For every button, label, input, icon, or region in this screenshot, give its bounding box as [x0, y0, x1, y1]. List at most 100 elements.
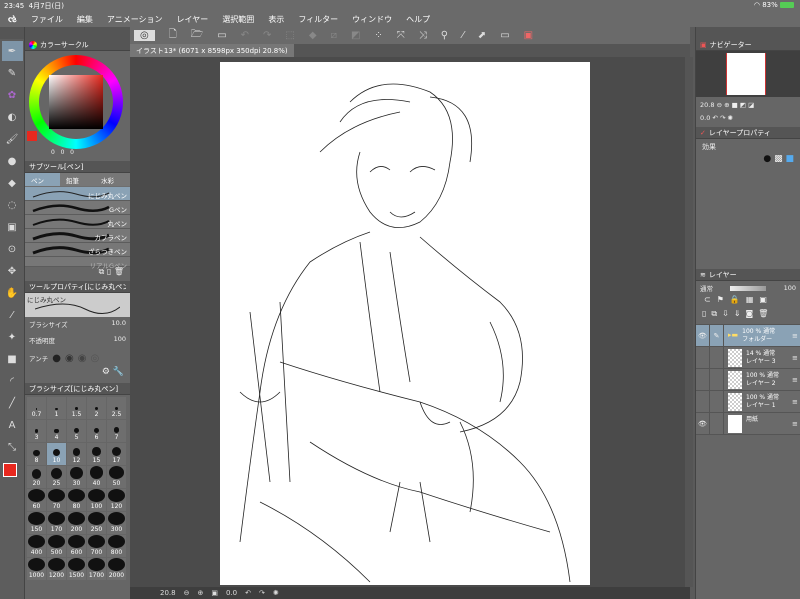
brush-size-option[interactable]: 6: [87, 420, 106, 442]
menu-file[interactable]: ファイル: [31, 14, 63, 25]
brush-size-option[interactable]: 250: [87, 512, 106, 534]
eraser-tool-icon[interactable]: ✎: [2, 63, 23, 83]
brush-size-option[interactable]: 70: [47, 489, 66, 511]
brush-size-option[interactable]: 700: [87, 535, 106, 557]
brush-size-option[interactable]: 1200: [47, 558, 66, 580]
saturation-value-square[interactable]: [49, 75, 103, 129]
brush-size-option[interactable]: 800: [107, 535, 126, 557]
layer-opacity-slider[interactable]: [730, 285, 767, 291]
layer-menu-icon[interactable]: ≡: [792, 391, 800, 412]
blend-tool-icon[interactable]: ◐: [2, 107, 23, 127]
transfer-icon[interactable]: ⇓: [734, 309, 746, 318]
brush-size-option[interactable]: 4: [47, 420, 66, 442]
zoom-tool-icon[interactable]: ⊙: [2, 239, 23, 259]
brush-size-option[interactable]: 3: [27, 420, 46, 442]
balloon-tool-icon[interactable]: ⤡: [2, 437, 23, 457]
brush-size-value[interactable]: 10.0: [112, 319, 126, 335]
layer-row[interactable]: 👁 用紙 ≡: [696, 413, 800, 435]
tab-watercolor[interactable]: 水彩: [95, 173, 130, 186]
subtool-item[interactable]: リアルGペン: [25, 257, 130, 270]
open-file-icon[interactable]: 🗁: [191, 27, 203, 44]
wrench-icon[interactable]: 🔧: [113, 367, 124, 377]
snap-icon[interactable]: ⬈: [478, 30, 486, 41]
reference-icon[interactable]: ⚑: [717, 295, 730, 304]
aa-none-icon[interactable]: ●: [52, 353, 61, 364]
layer-menu-icon[interactable]: ≡: [792, 325, 800, 346]
menu-filter[interactable]: フィルター: [298, 14, 338, 25]
layer-row[interactable]: 100 % 通常 レイヤー 2 ≡: [696, 369, 800, 391]
layer-row[interactable]: 👁 ✎ ▸▬ 100 % 通常 フォルダー ≡: [696, 325, 800, 347]
subtool-item[interactable]: ざらつきペン: [25, 243, 130, 257]
aa-mid-icon[interactable]: ◉: [78, 353, 87, 364]
nav-rotate-left-icon[interactable]: ↶: [712, 114, 717, 122]
brush-size-option[interactable]: 1500: [67, 558, 86, 580]
record-icon[interactable]: ▣: [524, 30, 533, 41]
fill-tool-icon[interactable]: ●: [2, 151, 23, 171]
brush-size-option[interactable]: 5: [67, 420, 86, 442]
brush-size-option[interactable]: 300: [107, 512, 126, 534]
brush-size-option[interactable]: 80: [67, 489, 86, 511]
brush-size-option[interactable]: 600: [67, 535, 86, 557]
brush-size-option[interactable]: 8: [27, 443, 46, 465]
brush-size-option[interactable]: 400: [27, 535, 46, 557]
aa-weak-icon[interactable]: ◉: [65, 353, 74, 364]
tab-document[interactable]: イラスト13* (6071 x 8598px 350dpi 20.8%): [130, 44, 294, 57]
clip-icon[interactable]: ⊂: [704, 295, 717, 304]
reset-rotation-icon[interactable]: ✺: [273, 589, 279, 597]
brush-size-option[interactable]: 1000: [27, 558, 46, 580]
subtool-item[interactable]: 丸ペン: [25, 215, 130, 229]
subtool-item[interactable]: Gペン: [25, 201, 130, 215]
brush-size-option[interactable]: 120: [107, 489, 126, 511]
eye-icon[interactable]: 👁: [696, 413, 710, 434]
clear-icon[interactable]: ⧄: [331, 30, 337, 41]
brush-size-option[interactable]: 10: [47, 443, 66, 465]
layer-row[interactable]: 14 % 通常 レイヤー 3 ≡: [696, 347, 800, 369]
aa-strong-icon[interactable]: ◎: [90, 353, 99, 364]
brush-size-option[interactable]: 170: [47, 512, 66, 534]
rotate-right-icon[interactable]: ↷: [259, 589, 265, 597]
transform-icon[interactable]: ⬚: [285, 30, 294, 41]
undo-icon[interactable]: ↶: [241, 30, 249, 41]
navigator-rotation[interactable]: 0.0: [700, 114, 710, 122]
fill-icon[interactable]: ◆: [309, 30, 317, 41]
gradient-tool-icon[interactable]: ■: [2, 349, 23, 369]
delete-layer-icon[interactable]: 🗑: [758, 309, 773, 318]
redo-icon[interactable]: ↷: [263, 30, 271, 41]
brush-size-option[interactable]: 60: [27, 489, 46, 511]
brush-size-option[interactable]: 100: [87, 489, 106, 511]
brush-tool-icon[interactable]: 🖌: [2, 129, 23, 149]
figure-tool-icon[interactable]: ◜: [2, 371, 23, 391]
brush-size-option[interactable]: 2: [87, 397, 106, 419]
color-swatch-small[interactable]: [27, 131, 37, 141]
select-all-icon[interactable]: ⁘: [374, 30, 382, 41]
brush-size-option[interactable]: 200: [67, 512, 86, 534]
subtool-item[interactable]: にじみ丸ペン: [25, 187, 130, 201]
layer-mask-icon[interactable]: ◙: [746, 309, 759, 318]
save-icon[interactable]: ▭: [217, 30, 226, 41]
brush-size-option[interactable]: 17: [107, 443, 126, 465]
invert-selection-icon[interactable]: ⤨: [419, 30, 427, 41]
navigator-zoom[interactable]: 20.8: [700, 101, 714, 109]
lock-icon[interactable]: 🔒: [730, 295, 746, 304]
lock-alpha-icon[interactable]: ▦: [746, 295, 760, 304]
brush-size-option[interactable]: 50: [107, 466, 126, 488]
ruler-icon[interactable]: ▭: [500, 30, 509, 41]
clear-outside-icon[interactable]: ◩: [351, 30, 360, 41]
merge-down-icon[interactable]: ⇩: [722, 309, 734, 318]
brush-size-option[interactable]: 150: [27, 512, 46, 534]
pen-tool-icon[interactable]: ✒: [1, 41, 23, 61]
menu-selection[interactable]: 選択範囲: [222, 14, 254, 25]
line-tool-icon[interactable]: ╱: [2, 393, 23, 413]
layer-opacity-value[interactable]: 100: [784, 284, 796, 292]
brush-size-option[interactable]: 40: [87, 466, 106, 488]
vertical-scrollbar[interactable]: [685, 57, 693, 587]
subtool-item[interactable]: カブラペン: [25, 229, 130, 243]
rotation-value[interactable]: 0.0: [226, 589, 237, 597]
nav-flip-h-icon[interactable]: ◩: [740, 101, 746, 109]
brush-size-option[interactable]: 2000: [107, 558, 126, 580]
blend-mode-select[interactable]: 通常: [700, 283, 713, 293]
menu-view[interactable]: 表示: [268, 14, 284, 25]
tone-effect-icon[interactable]: ▩: [774, 154, 783, 164]
eyedropper-icon[interactable]: ⁄: [2, 305, 23, 325]
nav-zoom-in-icon[interactable]: ⊕: [724, 101, 729, 109]
